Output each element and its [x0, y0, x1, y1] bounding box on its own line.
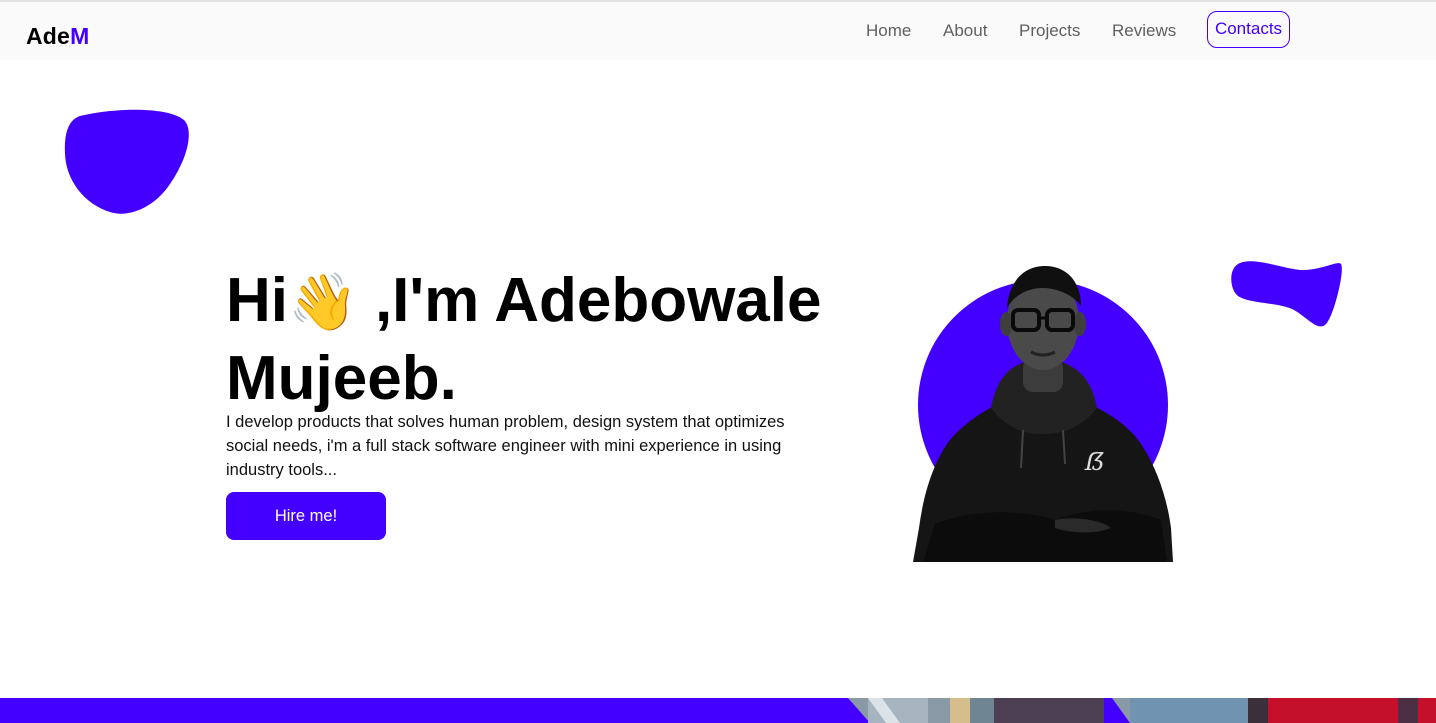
portfolio-page: AdeM Home About Projects Reviews Contact…	[0, 0, 1436, 723]
logo-accent-letter: M	[70, 23, 90, 49]
portrait-shirt-logo: ẞ	[1084, 448, 1105, 476]
hero-description: I develop products that solves human pro…	[226, 413, 785, 479]
nav-link-reviews[interactable]: Reviews	[1112, 21, 1176, 41]
profile-portrait: ẞ	[913, 266, 1173, 562]
hero-greeting: Hi	[226, 266, 288, 335]
hire-me-button[interactable]: Hire me!	[226, 492, 386, 540]
nav-link-about[interactable]: About	[943, 21, 987, 41]
decorative-blob-right	[1231, 261, 1342, 327]
nav-link-home[interactable]: Home	[866, 21, 911, 41]
nav-link-projects[interactable]: Projects	[1019, 21, 1080, 41]
next-section-preview-strip	[0, 698, 1436, 723]
waving-hand-icon: 👋	[288, 270, 358, 333]
logo[interactable]: AdeM	[26, 23, 89, 49]
contacts-button[interactable]: Contacts	[1207, 11, 1290, 48]
navbar: AdeM Home About Projects Reviews Contact…	[0, 2, 1436, 60]
hero-heading: Hi👋 ,I'm Adebowale Mujeeb.	[226, 262, 866, 417]
logo-text: Ade	[26, 23, 71, 49]
decorative-blob-top-left	[64, 109, 189, 214]
